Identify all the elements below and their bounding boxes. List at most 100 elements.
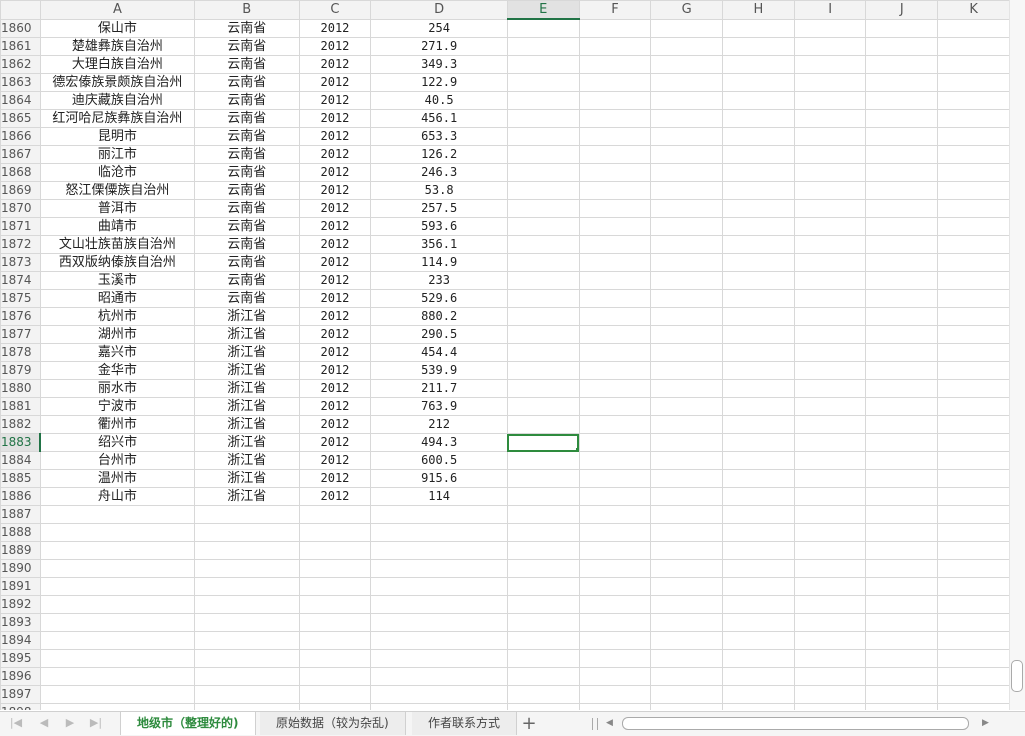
row-header[interactable]: 1877 <box>0 325 41 344</box>
cell-k[interactable] <box>937 541 1010 560</box>
cell-d[interactable]: 915.6 <box>370 469 508 488</box>
cell-b[interactable] <box>193 685 300 704</box>
cell-k[interactable] <box>937 235 1010 254</box>
row-header[interactable]: 1886 <box>0 487 41 506</box>
cell-e[interactable] <box>506 343 580 362</box>
cell-b[interactable]: 云南省 <box>193 91 300 110</box>
row-header[interactable]: 1898 <box>0 703 41 710</box>
cell-h[interactable] <box>722 451 795 470</box>
scroll-left-icon[interactable]: ◀ <box>606 716 613 730</box>
cell-d[interactable] <box>370 667 508 686</box>
cell-a[interactable]: 湖州市 <box>39 325 195 344</box>
cell-j[interactable] <box>865 541 939 560</box>
cell-c[interactable]: 2012 <box>298 469 372 488</box>
cell-c[interactable] <box>298 577 372 596</box>
cell-k[interactable] <box>937 703 1010 710</box>
cell-k[interactable] <box>937 145 1010 164</box>
cell-a[interactable] <box>39 505 195 524</box>
cell-j[interactable] <box>865 469 939 488</box>
cell-e[interactable] <box>506 235 580 254</box>
row-header[interactable]: 1875 <box>0 289 41 308</box>
cell-a[interactable]: 绍兴市 <box>39 433 195 452</box>
cell-j[interactable] <box>865 163 939 182</box>
cell-f[interactable] <box>578 55 652 74</box>
row-header[interactable]: 1881 <box>0 397 41 416</box>
cell-g[interactable] <box>650 37 724 56</box>
cell-c[interactable]: 2012 <box>298 487 372 506</box>
cell-e[interactable] <box>506 73 580 92</box>
cell-b[interactable]: 浙江省 <box>193 361 300 380</box>
cell-d[interactable]: 212 <box>370 415 508 434</box>
cell-a[interactable]: 保山市 <box>39 18 195 38</box>
cell-f[interactable] <box>578 595 652 614</box>
cell-c[interactable]: 2012 <box>298 451 372 470</box>
cell-h[interactable] <box>722 667 795 686</box>
prev-sheet-icon[interactable]: ◀ <box>36 715 52 731</box>
cell-i[interactable] <box>793 577 867 596</box>
cell-b[interactable]: 云南省 <box>193 181 300 200</box>
cell-g[interactable] <box>650 451 724 470</box>
cell-j[interactable] <box>865 487 939 506</box>
cell-a[interactable]: 普洱市 <box>39 199 195 218</box>
cell-j[interactable] <box>865 109 939 128</box>
add-sheet-icon[interactable]: + <box>518 712 540 735</box>
cell-g[interactable] <box>650 217 724 236</box>
cell-a[interactable]: 温州市 <box>39 469 195 488</box>
cell-k[interactable] <box>937 631 1010 650</box>
cell-c[interactable]: 2012 <box>298 109 372 128</box>
cell-e[interactable] <box>506 289 580 308</box>
cell-k[interactable] <box>937 487 1010 506</box>
cell-i[interactable] <box>793 451 867 470</box>
cell-j[interactable] <box>865 181 939 200</box>
cell-e[interactable] <box>506 649 580 668</box>
cell-j[interactable] <box>865 595 939 614</box>
cell-j[interactable] <box>865 343 939 362</box>
cell-j[interactable] <box>865 613 939 632</box>
cell-k[interactable] <box>937 379 1010 398</box>
cell-a[interactable]: 台州市 <box>39 451 195 470</box>
cell-a[interactable] <box>39 685 195 704</box>
cell-f[interactable] <box>578 325 652 344</box>
cell-i[interactable] <box>793 163 867 182</box>
cell-b[interactable]: 云南省 <box>193 235 300 254</box>
cell-a[interactable]: 文山壮族苗族自治州 <box>39 235 195 254</box>
cell-d[interactable]: 880.2 <box>370 307 508 326</box>
cell-i[interactable] <box>793 667 867 686</box>
cell-i[interactable] <box>793 145 867 164</box>
spreadsheet-grid[interactable]: ABCDEFGHIJK 1860 保山市 云南省 2012 254 1861 楚雄彝族自治州… <box>0 0 1010 710</box>
cell-i[interactable] <box>793 37 867 56</box>
cell-d[interactable]: 356.1 <box>370 235 508 254</box>
cell-c[interactable]: 2012 <box>298 163 372 182</box>
cell-j[interactable] <box>865 559 939 578</box>
cell-d[interactable]: 40.5 <box>370 91 508 110</box>
cell-a[interactable] <box>39 649 195 668</box>
cell-a[interactable]: 昭通市 <box>39 289 195 308</box>
cell-h[interactable] <box>722 523 795 542</box>
cell-d[interactable]: 494.3 <box>370 433 508 452</box>
cell-a[interactable]: 杭州市 <box>39 307 195 326</box>
cell-b[interactable] <box>193 703 300 710</box>
cell-k[interactable] <box>937 55 1010 74</box>
cell-b[interactable]: 云南省 <box>193 289 300 308</box>
cell-c[interactable] <box>298 685 372 704</box>
cell-f[interactable] <box>578 451 652 470</box>
cell-a[interactable]: 德宏傣族景颇族自治州 <box>39 73 195 92</box>
cell-e[interactable] <box>506 18 580 38</box>
cell-g[interactable] <box>650 73 724 92</box>
cell-j[interactable] <box>865 415 939 434</box>
cell-k[interactable] <box>937 127 1010 146</box>
cell-a[interactable] <box>39 703 195 710</box>
cell-e[interactable] <box>506 271 580 290</box>
cell-a[interactable]: 昆明市 <box>39 127 195 146</box>
cell-b[interactable]: 云南省 <box>193 271 300 290</box>
cell-d[interactable]: 349.3 <box>370 55 508 74</box>
cell-c[interactable]: 2012 <box>298 433 372 452</box>
cell-a[interactable]: 怒江傈僳族自治州 <box>39 181 195 200</box>
cell-k[interactable] <box>937 271 1010 290</box>
cell-b[interactable]: 云南省 <box>193 18 300 38</box>
cell-d[interactable]: 257.5 <box>370 199 508 218</box>
cell-e[interactable] <box>506 55 580 74</box>
cell-h[interactable] <box>722 415 795 434</box>
cell-e[interactable] <box>506 181 580 200</box>
column-header-f[interactable]: F <box>578 0 652 20</box>
